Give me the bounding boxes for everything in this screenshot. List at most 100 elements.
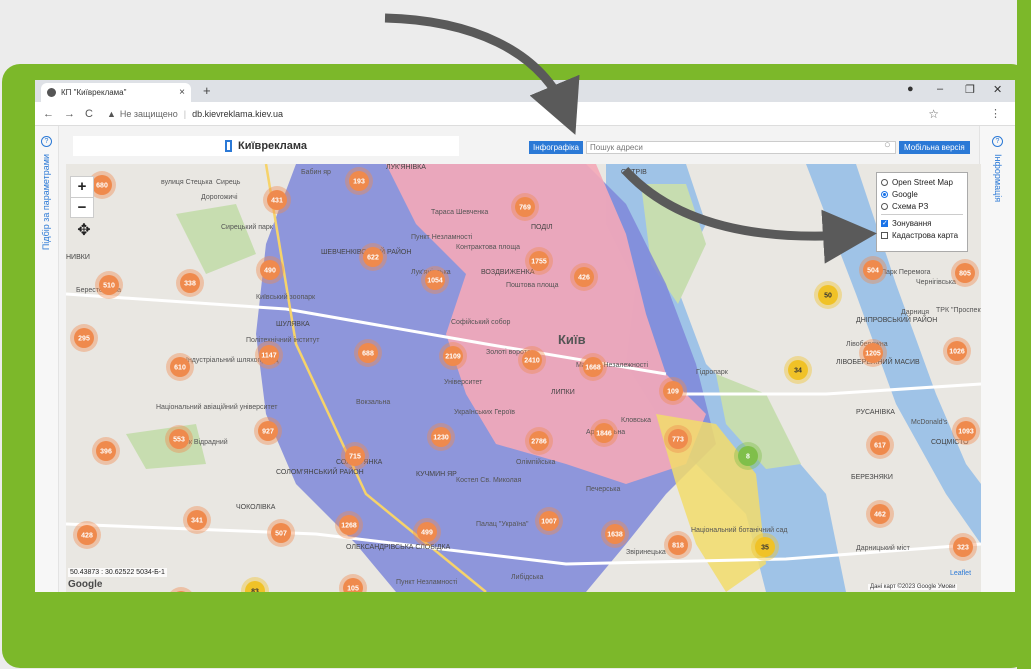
browser-menu-icon[interactable]: ⋮ [990,107,1001,120]
map-label: Контрактова площа [456,244,520,251]
cluster-count[interactable]: 927 [262,429,274,436]
cluster-count[interactable]: 1054 [427,278,443,285]
profile-icon[interactable]: ● [907,83,914,95]
cluster-count[interactable]: 504 [867,268,879,275]
cluster-count[interactable]: 773 [672,437,684,444]
cluster-count[interactable]: 1026 [949,349,965,356]
map-label: вулиця Стецька [161,179,213,186]
cluster-count[interactable]: 1846 [596,431,612,438]
cluster-count[interactable]: 507 [275,531,287,538]
cluster-count[interactable]: 2410 [524,358,540,365]
back-button[interactable]: ← [43,108,54,120]
map-canvas[interactable]: вулиця Стецька Сирець Дорогожичі Бабин яр ЛУ… [66,164,981,592]
leaflet-link[interactable]: Leaflet [950,570,971,577]
cluster-count[interactable]: 1230 [433,435,449,442]
cluster-count[interactable]: 35 [761,545,769,552]
cluster-count[interactable]: 83 [251,589,259,593]
mobile-version-button[interactable]: Мобільна версія [899,141,970,154]
cluster-count[interactable]: 338 [184,281,196,288]
cluster-count[interactable]: 818 [672,543,684,550]
cluster-count[interactable]: 34 [794,368,802,375]
checkbox[interactable] [881,231,888,239]
cluster-count[interactable]: 680 [96,183,108,190]
layer-option[interactable]: Open Street Map [881,176,963,188]
url-text[interactable]: db.kievreklama.kiev.ua [192,109,283,119]
cluster-count[interactable]: 1668 [585,365,601,372]
reload-button[interactable]: C [85,108,93,120]
filter-panel-tab[interactable]: ? Підбір за параметрами [35,126,59,592]
radio-button[interactable] [881,202,888,210]
radio-button[interactable] [881,178,888,186]
pan-icon[interactable]: ✥ [74,220,94,240]
cluster-count[interactable]: 715 [349,454,361,461]
cluster-count[interactable]: 8 [746,454,750,461]
info-panel-label[interactable]: Інформація [993,154,1003,202]
map-label: Печерська [586,486,620,493]
map-label: Дарницький міст [856,544,911,552]
cluster-count[interactable]: 1755 [531,259,547,266]
cluster-count[interactable]: 426 [578,275,590,282]
minimize-button[interactable]: – [937,83,943,95]
cluster-count[interactable]: 617 [874,443,886,450]
warning-icon[interactable]: ▲ [107,109,116,119]
cluster-count[interactable]: 1638 [607,532,623,539]
new-tab-button[interactable]: + [203,83,211,98]
cluster-count[interactable]: 1268 [341,523,357,530]
zoom-in-button[interactable]: + [71,177,93,197]
map-label: ТРК "Проспект" [936,307,981,314]
cluster-count[interactable]: 396 [100,449,112,456]
cluster-count[interactable]: 1205 [865,351,881,358]
cluster-count[interactable]: 105 [347,586,359,593]
address-search-input[interactable]: Пошук адреси [586,141,896,154]
layer-option[interactable]: Схема РЗ [881,200,963,212]
google-logo: Google [68,579,103,590]
map-label: Тараса Шевченка [431,209,488,216]
cluster-count[interactable]: 341 [191,518,203,525]
close-tab-icon[interactable]: × [179,87,185,98]
cluster-count[interactable]: 1147 [261,353,276,360]
filter-help-icon[interactable]: ? [41,136,52,147]
cluster-count[interactable]: 295 [78,336,90,343]
cluster-count[interactable]: 610 [174,365,186,372]
map-label: Пункт Незламності [396,578,458,586]
cluster-count[interactable]: 193 [353,179,365,186]
infographics-button[interactable]: Інфографіка [529,141,583,154]
browser-tab[interactable]: КП "Київреклама" × [41,83,191,102]
cluster-count[interactable]: 2786 [531,439,547,446]
cluster-count[interactable]: 688 [362,351,374,358]
search-icon[interactable]: ○ [884,139,891,151]
layer-option[interactable]: ✓ Зонування [881,217,963,229]
layer-option[interactable]: Кадастрова карта [881,229,963,241]
cluster-count[interactable]: 431 [271,198,283,205]
cluster-count[interactable]: 499 [421,530,433,537]
cluster-count[interactable]: 428 [81,533,93,540]
cluster-count[interactable]: 490 [264,268,276,275]
info-panel-tab[interactable]: ? Інформація [979,126,1015,592]
filter-panel-label[interactable]: Підбір за параметрами [41,154,51,250]
checkbox[interactable]: ✓ [881,219,888,227]
cluster-count[interactable]: 1007 [541,519,557,526]
layer-option[interactable]: Google [881,188,963,200]
cluster-count[interactable]: 50 [824,293,832,300]
map-attribution[interactable]: Дані карт ©2023 Google Умови [868,584,958,590]
cluster-count[interactable]: 323 [957,545,969,552]
info-help-icon[interactable]: ? [992,136,1003,147]
cluster-count[interactable]: 622 [367,255,379,262]
url-field[interactable]: ▲ Не защищено | db.kievreklama.kiev.ua [107,109,283,119]
cluster-count[interactable]: 1093 [958,429,974,436]
cluster-count[interactable]: 805 [959,271,971,278]
cluster-count[interactable]: 2109 [445,354,461,361]
cluster-count[interactable]: 769 [519,205,531,212]
cluster-count[interactable]: 510 [103,283,115,290]
maximize-button[interactable]: ❐ [965,83,975,96]
cluster-count[interactable]: 109 [667,389,679,396]
cluster-count[interactable]: 553 [173,437,185,444]
cluster-count[interactable]: 462 [874,512,886,519]
window-close-button[interactable]: ✕ [993,83,1002,96]
radio-button[interactable] [881,190,888,198]
app-logo[interactable]: Київреклама [73,136,459,156]
zoom-out-button[interactable]: − [71,197,93,217]
bookmark-star-icon[interactable]: ☆ [928,107,939,121]
map-label: Дарниця [901,309,929,316]
forward-button[interactable]: → [64,108,75,120]
